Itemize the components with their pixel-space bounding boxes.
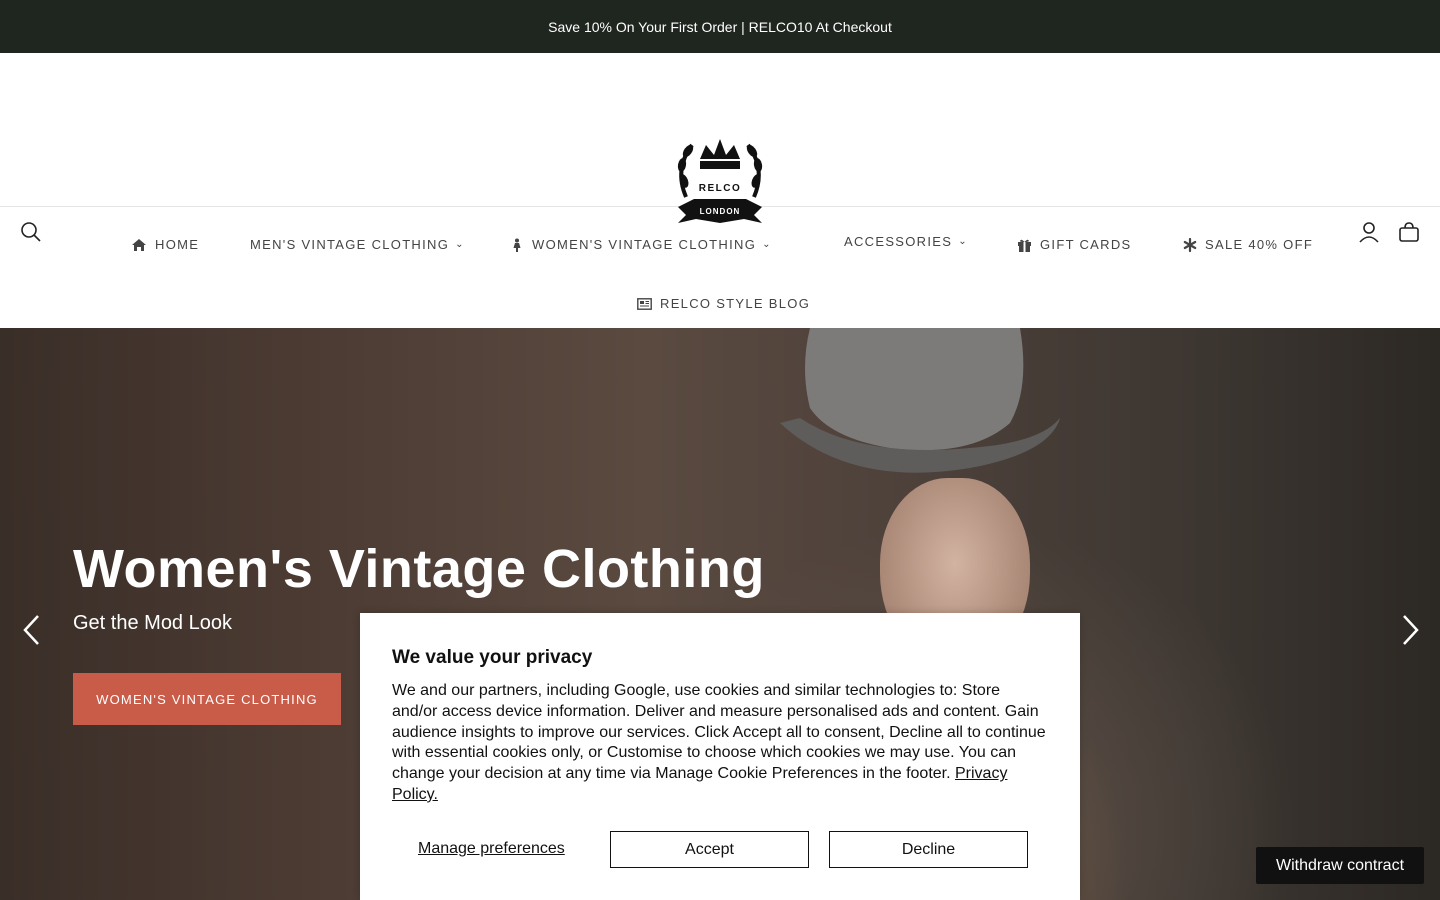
- nav-accessories-label: ACCESSORIES: [844, 234, 953, 249]
- hero-subtitle: Get the Mod Look: [73, 612, 232, 634]
- chevron-down-icon: ⌄: [958, 236, 968, 247]
- nav-mens-label: MEN'S VINTAGE CLOTHING: [250, 237, 450, 252]
- asterisk-icon: [1183, 237, 1197, 252]
- decline-button[interactable]: Decline: [829, 831, 1028, 868]
- woman-icon: [513, 238, 521, 252]
- cookie-title: We value your privacy: [392, 647, 593, 668]
- site-header: RELCO LONDON: [0, 53, 1440, 243]
- hero-title: Women's Vintage Clothing: [73, 539, 765, 599]
- nav-mens[interactable]: MEN'S VINTAGE CLOTHING ⌄: [250, 237, 465, 252]
- hero-cta-button[interactable]: WOMEN'S VINTAGE CLOTHING: [73, 673, 341, 725]
- main-nav: HOME MEN'S VINTAGE CLOTHING ⌄ WOMEN'S VI…: [0, 207, 1440, 328]
- cookie-actions: Manage preferences Accept Decline: [392, 831, 1048, 868]
- nav-accessories[interactable]: ACCESSORIES ⌄: [844, 234, 968, 249]
- chevron-right-icon[interactable]: [1398, 613, 1422, 647]
- chevron-down-icon: ⌄: [762, 239, 772, 250]
- cookie-body-text: We and our partners, including Google, u…: [392, 682, 1046, 783]
- cookie-consent-dialog: We value your privacy We and our partner…: [360, 613, 1080, 900]
- manage-preferences-link[interactable]: Manage preferences: [418, 840, 565, 858]
- nav-gift-cards[interactable]: GIFT CARDS: [1017, 237, 1132, 252]
- gift-icon: [1018, 239, 1031, 252]
- nav-blog-label: RELCO STYLE BLOG: [660, 296, 811, 311]
- chevron-down-icon: ⌄: [455, 239, 465, 250]
- accept-button[interactable]: Accept: [610, 831, 809, 868]
- logo-text: RELCO: [699, 183, 742, 194]
- nav-gift-cards-label: GIFT CARDS: [1040, 237, 1132, 252]
- nav-womens[interactable]: WOMEN'S VINTAGE CLOTHING ⌄: [510, 237, 772, 252]
- newspaper-icon: [637, 297, 652, 310]
- nav-blog[interactable]: RELCO STYLE BLOG: [637, 296, 810, 311]
- announcement-text: Save 10% On Your First Order | RELCO10 A…: [548, 18, 892, 35]
- nav-sale-label: SALE 40% OFF: [1205, 237, 1314, 252]
- nav-sale[interactable]: SALE 40% OFF: [1183, 237, 1313, 252]
- home-icon: [132, 238, 146, 251]
- withdraw-contract-button[interactable]: Withdraw contract: [1256, 847, 1424, 884]
- announcement-bar: Save 10% On Your First Order | RELCO10 A…: [0, 0, 1440, 53]
- chevron-left-icon[interactable]: [20, 613, 44, 647]
- nav-home-label: HOME: [155, 237, 200, 252]
- hero-image-hat: [780, 328, 1060, 473]
- nav-home[interactable]: HOME: [131, 237, 199, 252]
- nav-womens-label: WOMEN'S VINTAGE CLOTHING: [532, 237, 757, 252]
- cookie-body: We and our partners, including Google, u…: [392, 681, 1048, 806]
